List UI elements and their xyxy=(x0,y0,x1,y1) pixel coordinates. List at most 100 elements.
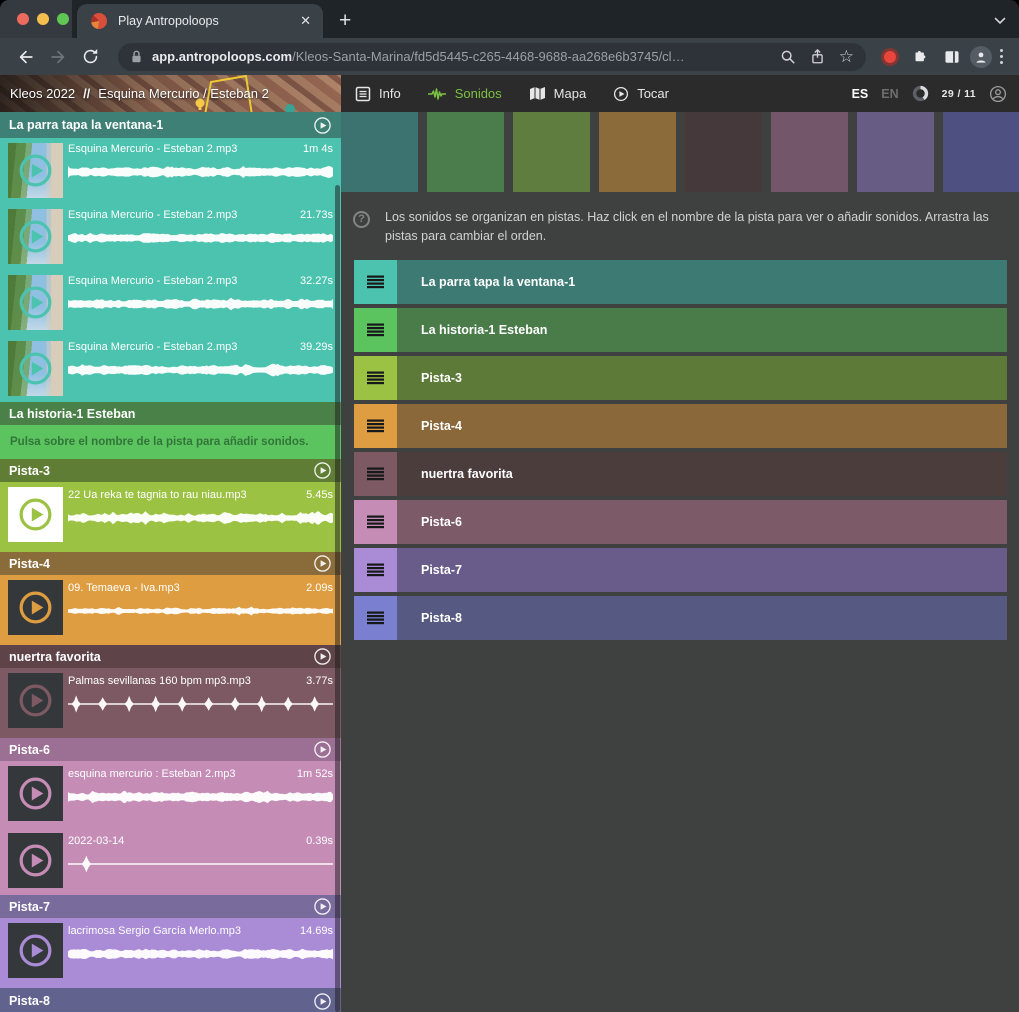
audio-clip[interactable]: Esquina Mercurio - Esteban 2.mp321.73s xyxy=(0,204,341,270)
track-row[interactable]: Pista-4 xyxy=(354,404,1007,448)
drag-handle-icon[interactable] xyxy=(354,356,397,400)
track-name: La historia-1 Esteban xyxy=(9,407,135,421)
clip-thumbnail[interactable] xyxy=(8,673,63,728)
url-bar[interactable]: app.antropoloops.com/Kleos-Santa-Marina/… xyxy=(118,43,866,71)
clip-thumbnail[interactable] xyxy=(8,143,63,198)
audio-clip[interactable]: Esquina Mercurio - Esteban 2.mp31m 4s xyxy=(0,138,341,204)
drag-handle-icon[interactable] xyxy=(354,548,397,592)
track-name: La parra tapa la ventana-1 xyxy=(9,118,163,132)
color-swatch[interactable] xyxy=(857,112,934,192)
track-row[interactable]: Pista-6 xyxy=(354,500,1007,544)
browser-menu-icon[interactable] xyxy=(996,49,1007,64)
language-es-button[interactable]: ES xyxy=(852,87,869,101)
audio-clip[interactable]: 2022-03-140.39s xyxy=(0,828,341,895)
audio-clip[interactable]: 22 Ua reka te tagnia to rau niau.mp35.45… xyxy=(0,482,341,552)
nav-item-sonidos[interactable]: Sonidos xyxy=(428,86,502,101)
track-row[interactable]: Pista-7 xyxy=(354,548,1007,592)
color-swatch[interactable] xyxy=(427,112,504,192)
track-header[interactable]: Pista-7 xyxy=(0,895,341,918)
track-row[interactable]: La parra tapa la ventana-1 xyxy=(354,260,1007,304)
recording-indicator-icon[interactable] xyxy=(884,51,896,63)
browser-profile-avatar[interactable] xyxy=(970,46,992,68)
breadcrumb[interactable]: Kleos 2022 // Esquina Mercurio / Esteban… xyxy=(0,75,341,112)
close-window-button[interactable] xyxy=(17,13,29,25)
clip-thumbnail[interactable] xyxy=(8,766,63,821)
audio-clip[interactable]: 09. Temaeva - Iva.mp32.09s xyxy=(0,575,341,645)
clip-thumbnail[interactable] xyxy=(8,209,63,264)
audio-clip[interactable]: Palmas sevillanas 160 bpm mp3.mp33.77s xyxy=(0,668,341,738)
track-play-button[interactable] xyxy=(313,992,332,1011)
maximize-window-button[interactable] xyxy=(57,13,69,25)
track-header[interactable]: nuertra favorita xyxy=(0,645,341,668)
color-swatch[interactable] xyxy=(513,112,590,192)
track-play-button[interactable] xyxy=(313,897,332,916)
drag-handle-icon[interactable] xyxy=(354,500,397,544)
track-play-button[interactable] xyxy=(313,461,332,480)
audio-clip[interactable]: Esquina Mercurio - Esteban 2.mp339.29s xyxy=(0,336,341,402)
main-panel: ? Los sonidos se organizan en pistas. Ha… xyxy=(341,112,1019,1012)
clip-thumbnail[interactable] xyxy=(8,923,63,978)
minimize-window-button[interactable] xyxy=(37,13,49,25)
breadcrumb-project[interactable]: Kleos 2022 xyxy=(10,86,75,101)
track-header[interactable]: La parra tapa la ventana-1 xyxy=(0,112,341,138)
bookmark-star-icon[interactable]: ☆ xyxy=(839,48,854,65)
track-play-button[interactable] xyxy=(313,647,332,666)
clip-waveform xyxy=(68,227,333,249)
language-en-button[interactable]: EN xyxy=(881,87,898,101)
track-play-button[interactable] xyxy=(313,554,332,573)
track-row[interactable]: La historia-1 Esteban xyxy=(354,308,1007,352)
drag-handle-icon[interactable] xyxy=(354,308,397,352)
track-header[interactable]: Pista-4 xyxy=(0,552,341,575)
track-header[interactable]: Pista-8 xyxy=(0,988,341,1012)
zoom-icon[interactable] xyxy=(780,49,796,65)
side-panel-icon[interactable] xyxy=(938,43,966,71)
sidebar-track-section: Pista-7lacrimosa Sergio García Merlo.mp3… xyxy=(0,895,341,988)
nav-item-info[interactable]: Info xyxy=(355,86,401,102)
track-row[interactable]: nuertra favorita xyxy=(354,452,1007,496)
extensions-puzzle-icon[interactable] xyxy=(906,43,934,71)
color-swatch[interactable] xyxy=(685,112,762,192)
clip-thumbnail[interactable] xyxy=(8,275,63,330)
track-row[interactable]: Pista-8 xyxy=(354,596,1007,640)
color-swatch[interactable] xyxy=(943,112,1019,192)
audio-clip[interactable]: lacrimosa Sergio García Merlo.mp314.69s xyxy=(0,918,341,988)
color-swatch[interactable] xyxy=(341,112,418,192)
color-swatch[interactable] xyxy=(771,112,848,192)
nav-item-mapa[interactable]: Mapa xyxy=(529,86,587,101)
track-play-button[interactable] xyxy=(313,740,332,759)
audio-clip[interactable]: esquina mercurio : Esteban 2.mp31m 52s xyxy=(0,761,341,828)
color-swatch[interactable] xyxy=(599,112,676,192)
back-button[interactable] xyxy=(12,43,40,71)
track-header[interactable]: La historia-1 Esteban xyxy=(0,402,341,425)
reload-button[interactable] xyxy=(76,43,104,71)
track-header[interactable]: Pista-6 xyxy=(0,738,341,761)
track-row[interactable]: Pista-3 xyxy=(354,356,1007,400)
drag-handle-icon[interactable] xyxy=(354,404,397,448)
account-icon[interactable] xyxy=(989,85,1007,103)
clip-thumbnail[interactable] xyxy=(8,580,63,635)
track-play-button[interactable] xyxy=(313,116,332,135)
clip-thumbnail[interactable] xyxy=(8,833,63,888)
audio-clip[interactable]: Esquina Mercurio - Esteban 2.mp332.27s xyxy=(0,270,341,336)
track-row-label: La parra tapa la ventana-1 xyxy=(421,275,575,289)
clip-thumbnail[interactable] xyxy=(8,341,63,396)
browser-toolbar: app.antropoloops.com/Kleos-Santa-Marina/… xyxy=(0,38,1019,75)
new-tab-button[interactable]: + xyxy=(339,10,351,31)
app-nav: Info Sonidos Mapa Tocar xyxy=(355,86,669,102)
nav-item-tocar[interactable]: Tocar xyxy=(613,86,669,102)
share-icon[interactable] xyxy=(810,48,825,65)
clip-thumbnail[interactable] xyxy=(8,487,63,542)
tab-search-chevron-icon[interactable] xyxy=(994,12,1006,30)
forward-button[interactable] xyxy=(44,43,72,71)
drag-handle-icon[interactable] xyxy=(354,596,397,640)
browser-tab[interactable]: Play Antropoloops ✕ xyxy=(77,4,323,38)
breadcrumb-title[interactable]: Esquina Mercurio / Esteban 2 xyxy=(98,86,269,101)
drag-handle-icon[interactable] xyxy=(354,260,397,304)
clip-waveform xyxy=(68,786,333,808)
sidebar-scrollbar[interactable] xyxy=(335,185,340,1012)
clip-title: Esquina Mercurio - Esteban 2.mp3 xyxy=(68,209,237,221)
help-question-icon: ? xyxy=(353,211,370,228)
tab-close-icon[interactable]: ✕ xyxy=(298,13,313,29)
track-header[interactable]: Pista-3 xyxy=(0,459,341,482)
drag-handle-icon[interactable] xyxy=(354,452,397,496)
